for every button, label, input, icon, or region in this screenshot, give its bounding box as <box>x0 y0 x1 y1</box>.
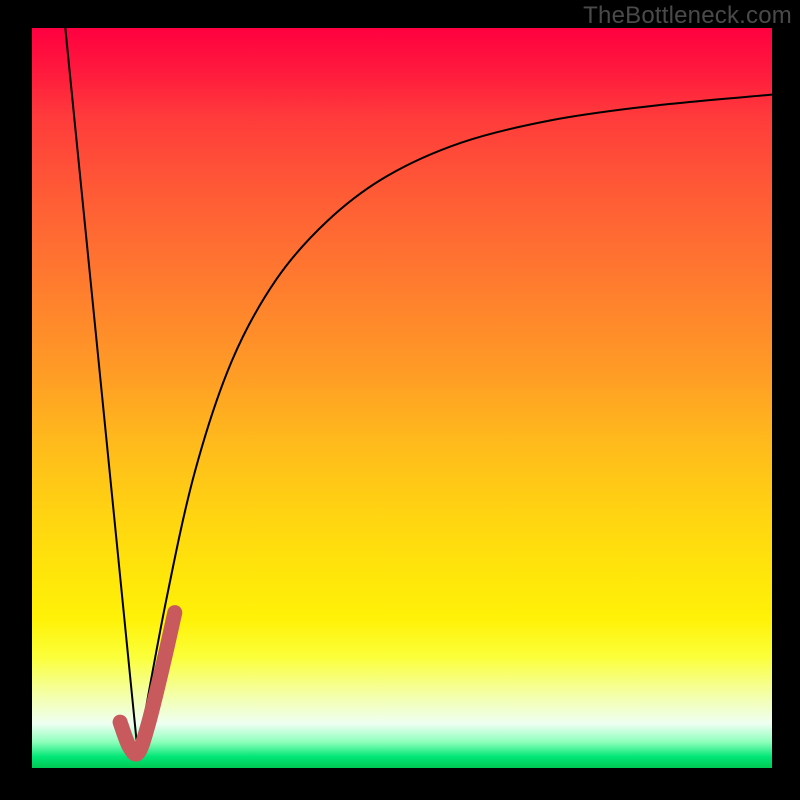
watermark-text: TheBottleneck.com <box>583 2 792 30</box>
plot-area <box>32 28 772 768</box>
chart-frame: TheBottleneck.com <box>0 0 800 800</box>
left-branch-line <box>65 28 138 753</box>
curve-group <box>65 28 772 754</box>
right-branch-line <box>138 95 772 754</box>
curve-layer <box>32 28 772 768</box>
highlight-j-line <box>120 613 175 755</box>
